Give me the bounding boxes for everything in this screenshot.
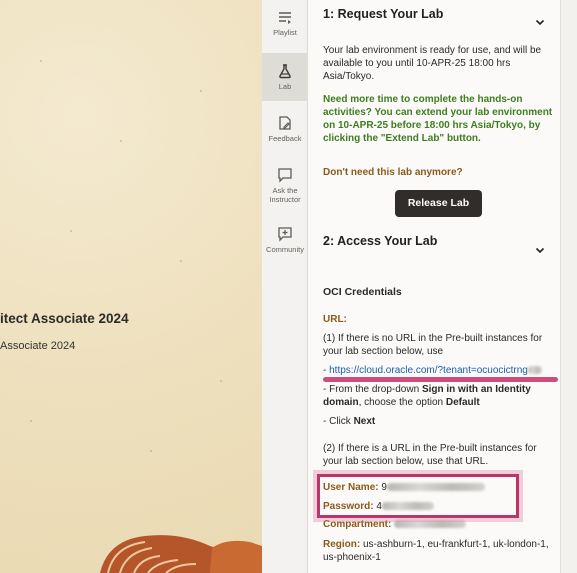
release-lab-button[interactable]: Release Lab (395, 190, 482, 217)
credentials-highlight-box (317, 474, 519, 518)
redacted-compartment (394, 520, 467, 529)
section-title-request-lab: 1: Request Your Lab (323, 7, 444, 21)
chevron-down-icon[interactable] (534, 16, 546, 28)
url-line: - https://cloud.oracle.com/?tenant=ocuoc… (323, 364, 560, 377)
region-row: Region: us-ashburn-1, eu-frankfurt-1, uk… (323, 538, 558, 564)
dropdown-instruction: - From the drop-down Sign in with an Ide… (323, 383, 558, 409)
rail-label-community: Community (266, 245, 304, 254)
step2-text: (2) If there is a URL in the Pre-built i… (323, 443, 537, 467)
lab-ready-text: Your lab environment is ready for use, a… (323, 45, 542, 82)
dont-need-text: Don't need this lab anymore? (323, 167, 463, 178)
next-label: Next (353, 416, 376, 427)
step1-text: (1) If there is no URL in the Pre-built … (323, 333, 543, 357)
section-title-access-lab: 2: Access Your Lab (323, 234, 438, 248)
rail-label-feedback: Feedback (268, 134, 302, 143)
url-highlight-underline (323, 377, 558, 382)
feedback-icon (279, 116, 291, 130)
rail-label-ask-the-instructor: Ask the Instructor (269, 186, 301, 204)
rail-item-community[interactable]: Community (262, 224, 308, 258)
redacted-tenant (527, 366, 542, 375)
rail-item-ask-the-instructor[interactable]: Ask the Instructor (262, 165, 308, 215)
scrollbar[interactable] (560, 0, 577, 573)
course-subtitle: Associate 2024 (0, 340, 76, 352)
default-option: Default (445, 397, 480, 408)
flask-icon (279, 64, 291, 79)
course-title: itect Associate 2024 (0, 311, 129, 326)
extend-lab-text: Need more time to complete the hands-on … (323, 94, 553, 144)
click-next-instruction: - Click Next (323, 415, 558, 428)
dropdown-instruction-mid: , choose the option (358, 397, 446, 408)
chat-icon (278, 168, 292, 183)
cloud-url-link[interactable]: https://cloud.oracle.com/?tenant=ocuocic… (329, 365, 528, 376)
community-icon (278, 227, 292, 242)
chevron-down-icon[interactable] (534, 244, 546, 256)
compartment-row: Compartment: (323, 518, 558, 531)
oci-credentials-heading: OCI Credentials (323, 286, 402, 298)
rail-item-feedback[interactable]: Feedback (262, 112, 308, 156)
dropdown-instruction-prefix: - From the drop-down (323, 384, 422, 395)
decorative-illustration (100, 535, 262, 573)
rail-label-playlist: Playlist (273, 28, 297, 37)
playlist-icon (279, 12, 291, 24)
rail-label-lab: Lab (278, 82, 292, 91)
side-icon-rail: Playlist Lab Feedback Ask the Instructor… (262, 0, 308, 573)
region-label: Region: (323, 539, 361, 550)
course-background: itect Associate 2024 Associate 2024 (0, 0, 262, 573)
rail-item-lab[interactable]: Lab (262, 53, 308, 101)
compartment-label: Compartment: (323, 519, 392, 530)
url-label: URL: (323, 314, 347, 325)
click-prefix: - Click (323, 416, 354, 427)
rail-item-playlist[interactable]: Playlist (262, 8, 308, 50)
